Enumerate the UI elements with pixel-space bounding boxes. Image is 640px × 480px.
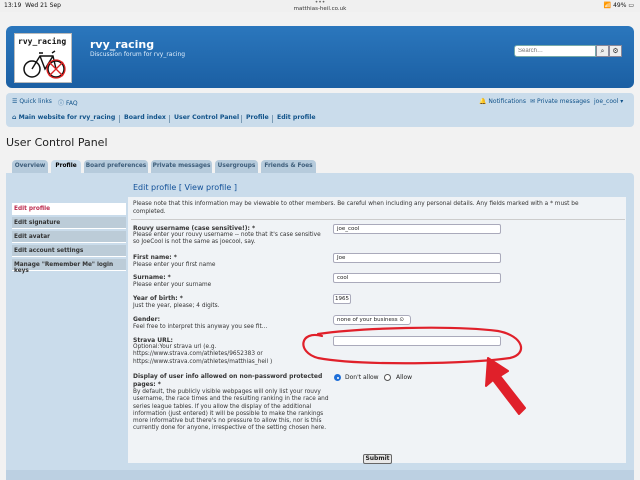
hand-drawn-annotation — [302, 326, 526, 415]
annotation-arrow — [485, 357, 526, 415]
